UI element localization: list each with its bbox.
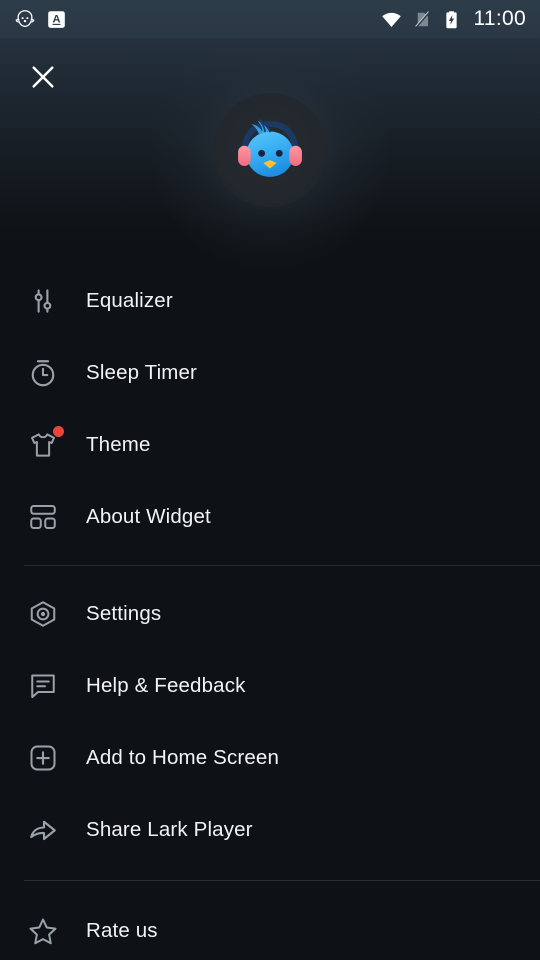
battery-charging-icon <box>443 10 460 29</box>
feedback-chat-icon <box>26 669 60 703</box>
sleep-timer-icon <box>26 356 60 390</box>
theme-shirt-icon <box>26 426 64 462</box>
menu-item-about-widget[interactable]: About Widget <box>0 481 540 553</box>
menu-item-settings[interactable]: Settings <box>0 578 540 650</box>
share-arrow-icon <box>26 813 60 847</box>
lark-player-notification-icon <box>14 8 36 30</box>
close-icon <box>32 66 54 88</box>
menu-item-help-feedback[interactable]: Help & Feedback <box>0 650 540 722</box>
add-square-icon <box>26 741 60 775</box>
lark-player-logo <box>238 119 302 177</box>
menu-list: Equalizer Sleep Timer Theme About Widget… <box>0 265 540 960</box>
equalizer-icon <box>26 284 60 318</box>
status-bar: A 11:00 <box>0 0 540 38</box>
menu-item-label: Rate us <box>86 919 158 942</box>
widget-icon <box>26 500 60 534</box>
translate-app-icon: A <box>47 10 66 29</box>
menu-item-theme[interactable]: Theme <box>0 409 540 481</box>
settings-gear-icon <box>26 597 60 631</box>
menu-item-label: Theme <box>86 433 151 456</box>
menu-item-label: Add to Home Screen <box>86 746 279 769</box>
menu-item-add-to-home-screen[interactable]: Add to Home Screen <box>0 722 540 794</box>
wifi-icon <box>381 9 402 30</box>
menu-divider-2 <box>24 880 540 881</box>
close-button[interactable] <box>22 56 64 98</box>
menu-item-sleep-timer[interactable]: Sleep Timer <box>0 337 540 409</box>
menu-item-label: About Widget <box>86 505 211 528</box>
menu-item-equalizer[interactable]: Equalizer <box>0 265 540 337</box>
menu-item-label: Share Lark Player <box>86 818 253 841</box>
status-bar-right: 11:00 <box>381 7 527 31</box>
menu-divider-1 <box>24 565 540 566</box>
menu-item-rate-us[interactable]: Rate us <box>0 895 540 960</box>
menu-screen: A 11:00 Equalizer Sleep Timer Theme Abou… <box>0 0 540 960</box>
status-bar-left: A <box>14 8 66 30</box>
menu-item-label: Sleep Timer <box>86 361 198 384</box>
menu-item-label: Settings <box>86 602 162 625</box>
theme-new-badge <box>53 426 64 437</box>
no-sim-icon <box>413 10 432 29</box>
menu-item-label: Equalizer <box>86 289 173 312</box>
app-logo <box>213 93 327 207</box>
menu-item-label: Help & Feedback <box>86 674 246 697</box>
menu-item-share-lark-player[interactable]: Share Lark Player <box>0 794 540 866</box>
star-icon <box>26 914 60 948</box>
status-bar-clock: 11:00 <box>473 7 526 30</box>
